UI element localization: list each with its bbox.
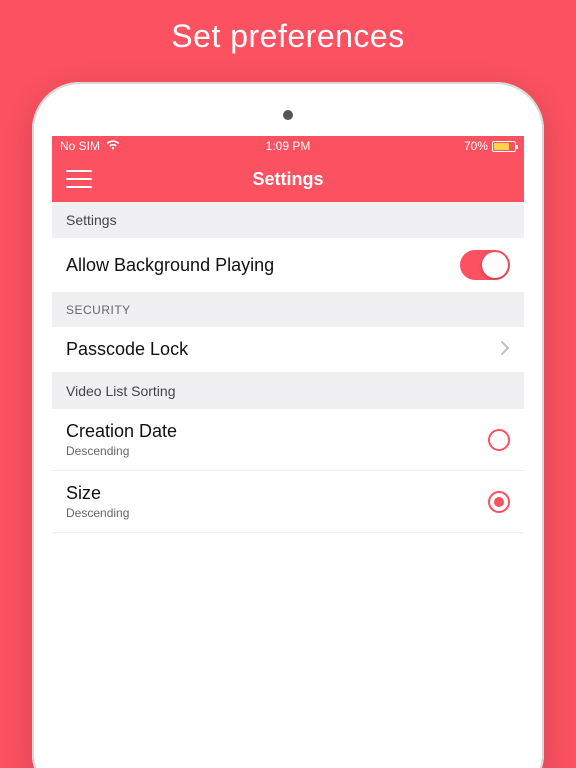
nav-title: Settings: [252, 169, 323, 190]
battery-fill: [494, 143, 509, 150]
camera-dot: [283, 110, 293, 120]
passcode-lock-row[interactable]: Passcode Lock: [52, 327, 524, 373]
passcode-lock-label: Passcode Lock: [66, 339, 188, 360]
hamburger-icon: [66, 170, 92, 172]
chevron-right-icon: [500, 340, 510, 360]
wifi-icon: [106, 139, 120, 153]
sort-radio-size[interactable]: [488, 491, 510, 513]
allow-background-playing-label: Allow Background Playing: [66, 255, 274, 276]
allow-background-playing-row: Allow Background Playing: [52, 238, 524, 293]
section-header-security: SECURITY: [52, 293, 524, 327]
allow-background-playing-toggle[interactable]: [460, 250, 510, 280]
section-header-sorting: Video List Sorting: [52, 373, 524, 409]
battery-percent: 70%: [464, 139, 488, 153]
nav-bar: Settings: [52, 156, 524, 202]
tablet-frame: No SIM 1:09 PM 70% Settings S: [32, 82, 544, 768]
battery-icon: [492, 141, 516, 152]
sort-option-subtitle: Descending: [66, 444, 177, 458]
sort-option-title: Size: [66, 483, 129, 504]
sort-option-creation-date[interactable]: Creation Date Descending: [52, 409, 524, 471]
carrier-label: No SIM: [60, 139, 100, 153]
toggle-knob: [482, 252, 508, 278]
section-header-settings: Settings: [52, 202, 524, 238]
page-heading: Set preferences: [0, 0, 576, 65]
sort-radio-creation-date[interactable]: [488, 429, 510, 451]
sort-option-subtitle: Descending: [66, 506, 129, 520]
sort-option-title: Creation Date: [66, 421, 177, 442]
screen: No SIM 1:09 PM 70% Settings S: [52, 136, 524, 766]
clock: 1:09 PM: [266, 139, 311, 153]
status-bar: No SIM 1:09 PM 70%: [52, 136, 524, 156]
sort-option-size[interactable]: Size Descending: [52, 471, 524, 533]
menu-button[interactable]: [66, 170, 92, 188]
